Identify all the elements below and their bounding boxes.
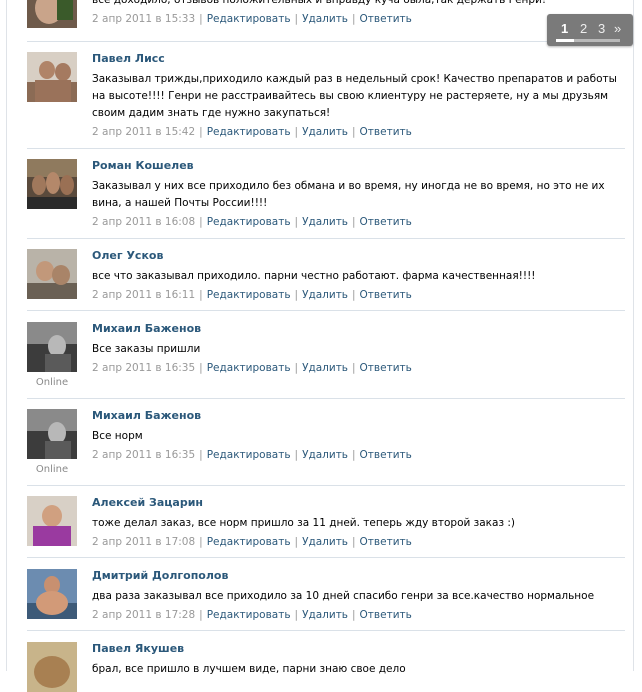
avatar[interactable]	[27, 642, 77, 692]
post-text: Заказывал трижды,приходило каждый раз в …	[92, 73, 617, 119]
edit-link[interactable]: Редактировать	[207, 289, 291, 301]
post-text: все доходило, отзывов положительных и вп…	[92, 0, 547, 6]
reply-link[interactable]: Ответить	[360, 289, 412, 301]
edit-link[interactable]: Редактировать	[207, 536, 291, 548]
edit-link[interactable]: Редактировать	[207, 449, 291, 461]
wall-container: все доходило, отзывов положительных и вп…	[6, 0, 634, 692]
wall-post: все доходило, отзывов положительных и вп…	[27, 0, 625, 42]
reply-link[interactable]: Ответить	[360, 536, 412, 548]
edit-link[interactable]: Редактировать	[207, 362, 291, 374]
post-date: 2 апр 2011 в 16:11	[92, 289, 196, 301]
next-page-icon[interactable]: »	[614, 21, 621, 36]
post-text: Все норм	[92, 430, 143, 442]
post-body: все доходило, отзывов положительных и вп…	[92, 0, 625, 26]
post-meta: 2 апр 2011 в 17:08 | Редактировать | Удалить…	[92, 536, 412, 548]
post-author[interactable]: Олег Усков	[92, 249, 625, 263]
avatar[interactable]	[27, 249, 77, 299]
post-text: Заказывал у них все приходило без обмана…	[92, 180, 605, 209]
post-body: Михаил Баженов Все норм 2 апр 2011 в 16:…	[92, 409, 625, 462]
post-meta: 2 апр 2011 в 16:08 | Редактировать | Удалить…	[92, 216, 412, 228]
avatar[interactable]	[27, 0, 77, 28]
reply-link[interactable]: Ответить	[360, 13, 412, 25]
post-date: 2 апр 2011 в 16:08	[92, 216, 196, 228]
post-body: Павел Якушев брал, все пришло в лучшем в…	[92, 642, 625, 678]
post-text: брал, все пришло в лучшем виде, парни зн…	[92, 663, 406, 675]
delete-link[interactable]: Удалить	[302, 362, 348, 374]
post-author[interactable]: Роман Кошелев	[92, 159, 625, 173]
delete-link[interactable]: Удалить	[302, 536, 348, 548]
wall-post: Online Михаил Баженов Все норм 2 апр 201…	[27, 409, 625, 486]
post-meta: 2 апр 2011 в 15:42 | Редактировать | Удалить…	[92, 126, 412, 138]
edit-link[interactable]: Редактировать	[207, 216, 291, 228]
post-body: Алексей Зацарин тоже делал заказ, все но…	[92, 496, 625, 549]
reply-link[interactable]: Ответить	[360, 126, 412, 138]
post-author[interactable]: Дмитрий Долгополов	[92, 569, 625, 583]
post-body: Олег Усков все что заказывал приходило. …	[92, 249, 625, 302]
post-body: Павел Лисс Заказывал трижды,приходило ка…	[92, 52, 625, 139]
post-text: два раза заказывал все приходило за 10 д…	[92, 590, 595, 602]
post-author[interactable]: Михаил Баженов	[92, 409, 625, 423]
post-date: 2 апр 2011 в 15:42	[92, 126, 196, 138]
wall-post: Павел Лисс Заказывал трижды,приходило ка…	[27, 52, 625, 149]
post-date: 2 апр 2011 в 17:28	[92, 609, 196, 621]
post-body: Дмитрий Долгополов два раза заказывал вс…	[92, 569, 625, 622]
edit-link[interactable]: Редактировать	[207, 13, 291, 25]
avatar[interactable]	[27, 52, 77, 102]
avatar[interactable]	[27, 409, 77, 459]
wall-post: Дмитрий Долгополов два раза заказывал вс…	[27, 569, 625, 631]
wall-post: Алексей Зацарин тоже делал заказ, все но…	[27, 496, 625, 558]
post-date: 2 апр 2011 в 15:33	[92, 13, 196, 25]
avatar[interactable]	[27, 322, 77, 372]
post-author[interactable]: Алексей Зацарин	[92, 496, 625, 510]
post-meta: 2 апр 2011 в 16:11 | Редактировать | Удалить…	[92, 289, 412, 301]
post-author[interactable]: Павел Лисс	[92, 52, 625, 66]
reply-link[interactable]: Ответить	[360, 609, 412, 621]
delete-link[interactable]: Удалить	[302, 216, 348, 228]
edit-link[interactable]: Редактировать	[207, 126, 291, 138]
post-meta: 2 апр 2011 в 15:33 | Редактировать | Удалить…	[92, 13, 412, 25]
post-author[interactable]: Павел Якушев	[92, 642, 625, 656]
post-body: Роман Кошелев Заказывал у них все приход…	[92, 159, 625, 229]
wall-post: Роман Кошелев Заказывал у них все приход…	[27, 159, 625, 239]
post-meta: 2 апр 2011 в 16:35 | Редактировать | Удалить…	[92, 449, 412, 461]
post-meta: 2 апр 2011 в 16:35 | Редактировать | Удалить…	[92, 362, 412, 374]
post-body: Михаил Баженов Все заказы пришли 2 апр 2…	[92, 322, 625, 375]
post-date: 2 апр 2011 в 16:35	[92, 449, 196, 461]
post-date: 2 апр 2011 в 17:08	[92, 536, 196, 548]
avatar[interactable]	[27, 159, 77, 209]
page-3-link[interactable]: 3	[598, 21, 605, 36]
delete-link[interactable]: Удалить	[302, 13, 348, 25]
reply-link[interactable]: Ответить	[360, 449, 412, 461]
post-text: Все заказы пришли	[92, 343, 201, 355]
wall-post: Online Михаил Баженов Все заказы пришли …	[27, 322, 625, 399]
online-status: Online	[35, 377, 69, 388]
page-scroll-bar	[556, 39, 620, 42]
pagination: 1 2 3 »	[547, 14, 633, 46]
avatar[interactable]	[27, 569, 77, 619]
post-date: 2 апр 2011 в 16:35	[92, 362, 196, 374]
reply-link[interactable]: Ответить	[360, 362, 412, 374]
delete-link[interactable]: Удалить	[302, 126, 348, 138]
post-text: тоже делал заказ, все норм пришло за 11 …	[92, 517, 515, 529]
online-status: Online	[35, 464, 69, 475]
delete-link[interactable]: Удалить	[302, 449, 348, 461]
post-text: все что заказывал приходило. парни честн…	[92, 270, 536, 282]
post-meta: 2 апр 2011 в 17:28 | Редактировать | Удалить…	[92, 609, 412, 621]
page-1-link[interactable]: 1	[561, 21, 568, 36]
post-author[interactable]: Михаил Баженов	[92, 322, 625, 336]
delete-link[interactable]: Удалить	[302, 289, 348, 301]
wall-post: Павел Якушев брал, все пришло в лучшем в…	[27, 642, 625, 692]
page-2-link[interactable]: 2	[580, 21, 587, 36]
edit-link[interactable]: Редактировать	[207, 609, 291, 621]
delete-link[interactable]: Удалить	[302, 609, 348, 621]
wall-post: Олег Усков все что заказывал приходило. …	[27, 249, 625, 311]
reply-link[interactable]: Ответить	[360, 216, 412, 228]
avatar[interactable]	[27, 496, 77, 546]
